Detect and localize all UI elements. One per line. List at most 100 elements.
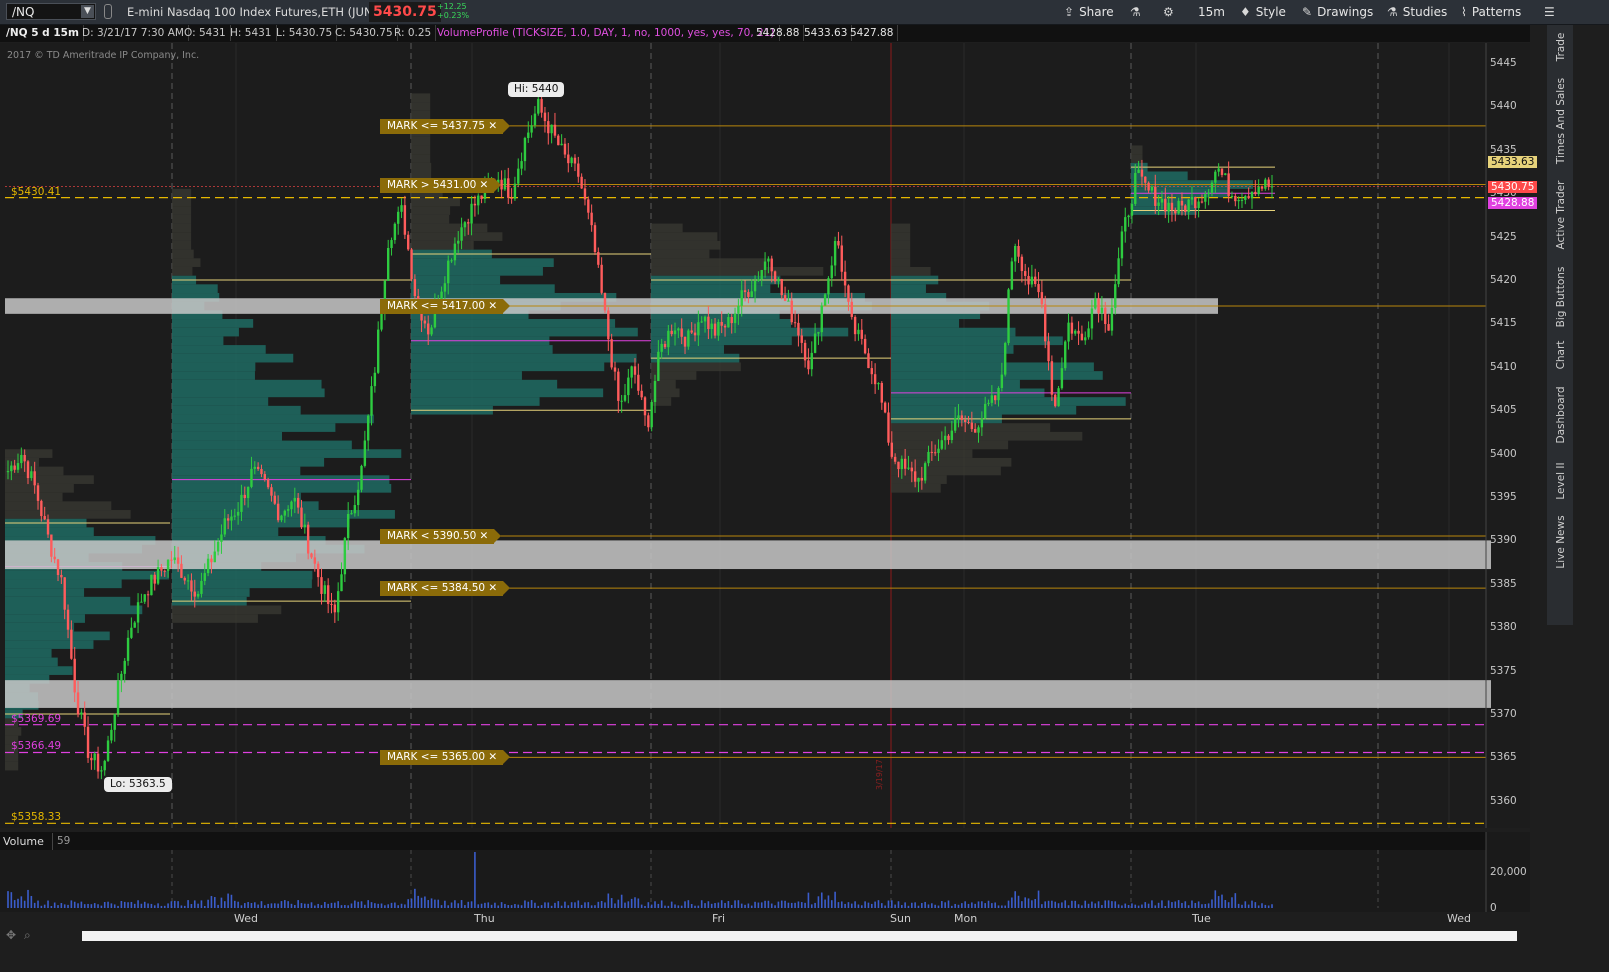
- close-icon[interactable]: ✕: [480, 529, 489, 544]
- candle-body: [303, 524, 307, 528]
- side-tab-active-trader[interactable]: Active Trader: [1547, 181, 1573, 250]
- move-icon[interactable]: ✥: [6, 928, 16, 942]
- volume-bar: [300, 903, 303, 908]
- price-alert-mark[interactable]: MARK < 5390.50 ✕: [380, 529, 502, 545]
- candle-body: [853, 316, 857, 335]
- profile-bar: [5, 640, 94, 649]
- flask-icon: ⚗: [1130, 5, 1141, 19]
- candle-body: [103, 760, 106, 771]
- volume-bar: [70, 900, 73, 908]
- studies-button[interactable]: ⚗ Studies: [1387, 0, 1447, 24]
- side-tab-chart[interactable]: Chart: [1547, 341, 1573, 370]
- volume-bar: [1247, 904, 1250, 908]
- price-alert-mark[interactable]: MARK <= 5384.50 ✕: [380, 581, 511, 597]
- profile-bar: [172, 449, 402, 458]
- symbol-input[interactable]: /NQ ▼: [6, 3, 96, 20]
- candle-body: [30, 471, 33, 479]
- candle-body: [106, 740, 110, 761]
- side-tab-level-ii[interactable]: Level II: [1547, 462, 1573, 499]
- volume-bar: [250, 902, 253, 908]
- candle-body: [133, 622, 136, 628]
- candle-body: [937, 448, 940, 454]
- profile-bar: [411, 93, 431, 103]
- candle-body: [980, 418, 984, 428]
- link-icon[interactable]: [104, 4, 112, 19]
- price-alert-mark[interactable]: MARK <= 5417.00 ✕: [380, 299, 511, 315]
- zoom-icon[interactable]: ⌕: [24, 928, 31, 943]
- candle-body: [807, 360, 810, 370]
- volume-bar: [400, 903, 403, 908]
- side-tab-times-and-sales[interactable]: Times And Sales: [1547, 78, 1573, 164]
- volume-bar: [163, 905, 166, 908]
- candle-body: [833, 240, 837, 266]
- price-chart[interactable]: [0, 43, 1530, 828]
- candle-body: [537, 99, 540, 114]
- side-tab-trade[interactable]: Trade: [1547, 33, 1573, 62]
- candle-body: [773, 271, 777, 282]
- volume-chart[interactable]: [0, 832, 1530, 912]
- chevron-down-icon[interactable]: ▼: [81, 5, 94, 18]
- settings-button[interactable]: ⚙: [1163, 0, 1179, 24]
- volume-bar: [470, 901, 473, 908]
- volume-bar: [674, 904, 676, 908]
- volume-bar: [870, 903, 873, 908]
- side-tab-big-buttons[interactable]: Big Buttons: [1547, 267, 1573, 328]
- volume-bar: [717, 902, 720, 908]
- close-icon[interactable]: ✕: [488, 299, 497, 314]
- volume-bar: [213, 897, 216, 908]
- volume-bar: [667, 905, 670, 908]
- volume-bar: [714, 903, 716, 908]
- side-tab-dashboard[interactable]: Dashboard: [1547, 387, 1573, 444]
- side-tab-live-news[interactable]: Live News: [1547, 515, 1573, 568]
- price-alert-mark[interactable]: MARK <= 5365.00 ✕: [380, 750, 511, 766]
- volume-bar: [924, 901, 926, 908]
- candle-body: [717, 321, 720, 336]
- price-alert-mark[interactable]: MARK <= 5437.75 ✕: [380, 118, 511, 134]
- close-icon[interactable]: ✕: [488, 581, 497, 596]
- drawings-button[interactable]: ✎ Drawings: [1302, 0, 1373, 24]
- candle-body: [250, 468, 253, 487]
- volume-bar: [627, 901, 630, 908]
- volume-bar: [390, 902, 393, 908]
- volume-bar: [744, 904, 746, 908]
- volume-bar: [977, 901, 980, 908]
- profile-bar: [172, 188, 192, 198]
- volume-bar: [324, 901, 326, 908]
- profile-bar: [5, 588, 85, 597]
- volume-bar: [514, 904, 516, 908]
- profile-bar: [172, 518, 350, 528]
- horizontal-scrollbar[interactable]: ✥ ⌕: [0, 927, 1547, 945]
- volume-bar: [123, 901, 126, 908]
- candle-body: [1044, 304, 1047, 342]
- volume-bar: [570, 902, 573, 908]
- volume-bar: [784, 900, 786, 908]
- profile-bar: [891, 249, 911, 259]
- volume-bar: [1117, 904, 1120, 908]
- close-icon[interactable]: ✕: [488, 750, 497, 765]
- timeframe-button[interactable]: 15m: [1198, 0, 1225, 24]
- candle-body: [356, 489, 360, 506]
- scroll-track[interactable]: [82, 931, 1517, 941]
- share-button[interactable]: ⇪ Share: [1064, 0, 1114, 24]
- chart-title: /NQ 5 d 15m: [2, 25, 84, 41]
- side-tab-label: Times And Sales: [1555, 77, 1567, 165]
- volume-bar: [597, 901, 600, 908]
- patterns-button[interactable]: ⌇ Patterns: [1461, 0, 1521, 24]
- close-icon[interactable]: ✕: [480, 178, 489, 193]
- style-button[interactable]: ♦ Style: [1240, 0, 1286, 24]
- volume-bar: [1234, 893, 1237, 908]
- volume-bar: [304, 903, 306, 908]
- volume-bar: [494, 902, 496, 908]
- study-label[interactable]: VolumeProfile (TICKSIZE, 1.0, DAY, 1, no…: [433, 25, 780, 41]
- price-axis-label: 5370: [1490, 708, 1517, 720]
- candle-body: [70, 629, 73, 659]
- study-value-3: 5427.88: [846, 25, 899, 41]
- candle-body: [517, 168, 520, 184]
- price-alert-mark[interactable]: MARK > 5431.00 ✕: [380, 177, 502, 193]
- close-icon[interactable]: ✕: [488, 119, 497, 134]
- flask-button[interactable]: ⚗: [1130, 0, 1146, 24]
- menu-button[interactable]: ☰: [1544, 0, 1560, 24]
- profile-bar: [891, 423, 1051, 432]
- candle-body: [1030, 276, 1034, 285]
- profile-bar: [172, 466, 301, 476]
